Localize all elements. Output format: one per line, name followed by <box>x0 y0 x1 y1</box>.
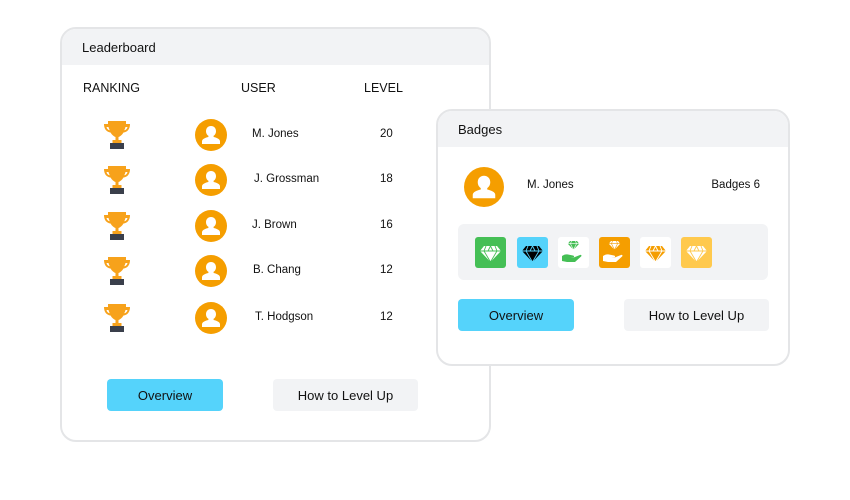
badge-diamond-icon[interactable] <box>517 237 548 268</box>
diamond-icon <box>480 244 501 263</box>
diamond-hand-icon <box>603 240 623 262</box>
user-level: 18 <box>380 173 393 185</box>
trophy-icon <box>104 212 130 240</box>
column-header-ranking: RANKING <box>83 81 140 95</box>
badges-overview-button[interactable]: Overview <box>458 299 574 331</box>
trophy-icon <box>104 257 130 285</box>
leaderboard-row[interactable]: J. Brown 16 <box>62 206 489 246</box>
user-name: T. Hodgson <box>255 311 314 323</box>
user-avatar <box>195 302 227 334</box>
badge-diamond-icon[interactable] <box>681 237 712 268</box>
trophy-icon <box>104 304 130 332</box>
user-level: 12 <box>380 311 393 323</box>
user-name: J. Grossman <box>254 173 320 185</box>
user-avatar <box>195 210 227 242</box>
how-to-level-up-button[interactable]: How to Level Up <box>273 379 418 411</box>
badge-diamond-hand-icon[interactable] <box>558 237 589 268</box>
leaderboard-row[interactable]: T. Hodgson 12 <box>62 298 489 338</box>
badges-panel: Badges M. Jones Badges 6 Overview How to… <box>436 109 790 366</box>
column-header-user: USER <box>241 81 276 95</box>
diamond-icon <box>686 244 707 263</box>
badge-diamond-icon[interactable] <box>475 237 506 268</box>
user-icon <box>202 309 220 327</box>
user-name: M. Jones <box>252 128 299 140</box>
how-to-level-up-label: How to Level Up <box>297 387 394 403</box>
leaderboard-title: Leaderboard <box>82 39 156 55</box>
badges-how-to-level-up-button[interactable]: How to Level Up <box>624 299 769 331</box>
user-icon <box>202 217 220 235</box>
leaderboard-header: Leaderboard <box>62 29 489 65</box>
user-icon <box>202 126 220 144</box>
user-avatar <box>464 167 504 207</box>
column-header-level: LEVEL <box>364 81 403 95</box>
badges-overview-label: Overview <box>488 307 544 323</box>
leaderboard-panel: Leaderboard RANKING USER LEVEL M. Jones 2… <box>60 27 491 442</box>
badges-how-to-level-up-label: How to Level Up <box>648 307 745 323</box>
badges-header: Badges <box>438 111 788 147</box>
badge-tray <box>458 224 768 280</box>
user-name: B. Chang <box>253 264 301 276</box>
diamond-icon <box>645 244 666 263</box>
diamond-icon <box>522 244 543 263</box>
badge-diamond-hand-icon[interactable] <box>599 237 630 268</box>
badges-title: Badges <box>458 121 503 137</box>
leaderboard-row[interactable]: B. Chang 12 <box>62 251 489 291</box>
user-icon <box>202 262 220 280</box>
user-level: 16 <box>380 219 393 231</box>
trophy-icon <box>104 166 130 194</box>
badge-diamond-icon[interactable] <box>640 237 671 268</box>
overview-button[interactable]: Overview <box>107 379 223 411</box>
user-level: 12 <box>380 264 393 276</box>
user-level: 20 <box>380 128 393 140</box>
user-icon <box>202 171 220 189</box>
leaderboard-row[interactable]: M. Jones 20 <box>62 115 489 155</box>
overview-button-label: Overview <box>137 387 193 403</box>
user-avatar <box>195 255 227 287</box>
user-avatar <box>195 119 227 151</box>
user-icon <box>472 175 496 199</box>
user-name: J. Brown <box>252 219 297 231</box>
leaderboard-row[interactable]: J. Grossman 18 <box>62 160 489 200</box>
diamond-hand-icon <box>562 240 582 262</box>
badge-count: Badges 6 <box>711 179 760 191</box>
trophy-icon <box>104 121 130 149</box>
badge-user-name: M. Jones <box>527 179 574 191</box>
user-avatar <box>195 164 227 196</box>
